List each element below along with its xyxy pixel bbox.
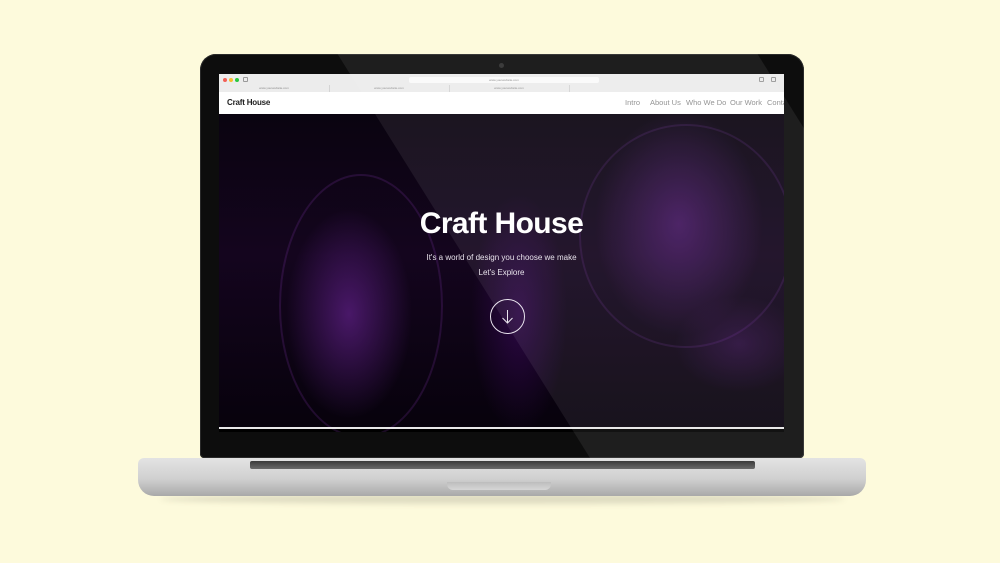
browser-tab[interactable]: www.yourwebsite.com — [329, 85, 450, 92]
address-bar[interactable]: www.yourwebsite.com — [409, 77, 599, 83]
nav-link-about-us[interactable]: About Us — [650, 97, 681, 109]
tab-strip: www.yourwebsite.com www.yourwebsite.com … — [219, 85, 784, 92]
screen-divider — [219, 427, 784, 429]
browser-tab[interactable]: www.yourwebsite.com — [219, 85, 330, 92]
explore-link[interactable]: Let's Explore — [219, 267, 784, 279]
new-tab-icon[interactable] — [771, 77, 776, 82]
nav-link-our-work[interactable]: Our Work — [730, 97, 762, 109]
minimize-window-icon[interactable] — [229, 78, 233, 82]
arrow-down-circle-icon[interactable] — [490, 299, 525, 334]
site-navbar: Craft House Intro About Us Who We Do Our… — [219, 92, 784, 114]
share-icon[interactable] — [759, 77, 764, 82]
hero-section: Craft House It's a world of design you c… — [219, 114, 784, 432]
nav-link-contact[interactable]: Conta — [767, 97, 784, 109]
hero-title: Craft House — [419, 207, 584, 240]
camera-icon — [499, 63, 504, 68]
close-window-icon[interactable] — [223, 78, 227, 82]
hero-subtitle: It's a world of design you choose we mak… — [426, 253, 577, 262]
keyboard-hinge — [250, 461, 755, 469]
arrow-down-icon — [502, 310, 513, 324]
browser-tab[interactable]: www.yourwebsite.com — [449, 85, 570, 92]
lid-notch — [447, 482, 551, 490]
nav-link-who-we-do[interactable]: Who We Do — [686, 97, 726, 109]
laptop-screen: www.yourwebsite.com www.yourwebsite.com … — [219, 74, 784, 432]
site-brand[interactable]: Craft House — [227, 97, 270, 109]
laptop-mockup: www.yourwebsite.com www.yourwebsite.com … — [0, 0, 1000, 563]
browser-toolbar: www.yourwebsite.com www.yourwebsite.com … — [219, 74, 784, 93]
maximize-window-icon[interactable] — [235, 78, 239, 82]
back-icon[interactable] — [243, 77, 248, 82]
nav-link-intro[interactable]: Intro — [625, 97, 640, 109]
